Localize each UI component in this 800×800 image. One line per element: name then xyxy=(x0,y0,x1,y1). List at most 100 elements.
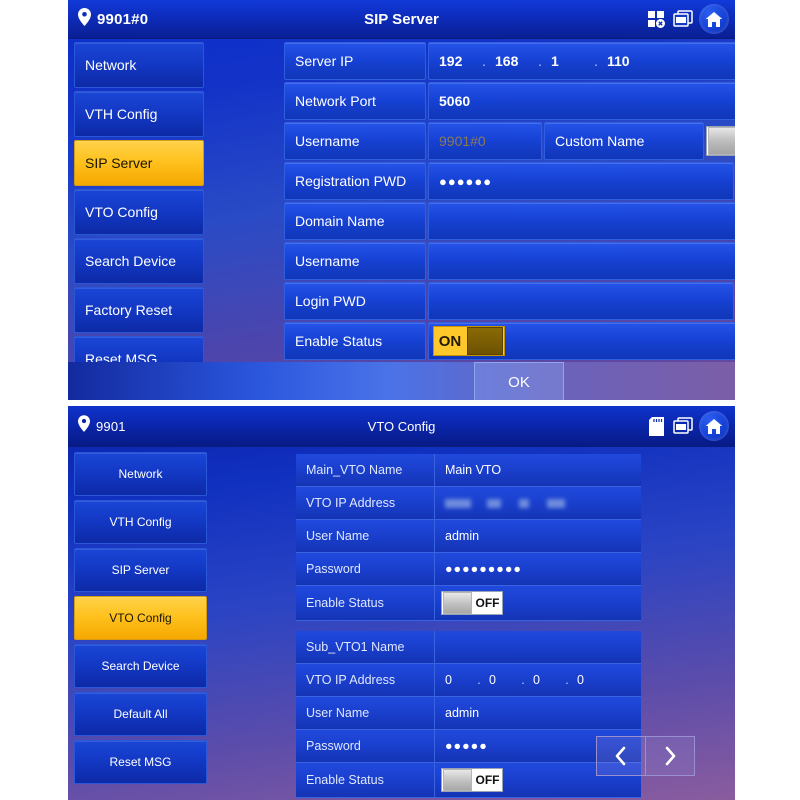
vto-page-title: VTO Config xyxy=(367,418,436,434)
row-main-vto-password: Password ●●●●●●●●● xyxy=(296,553,641,586)
sub-vto1-enable-switch[interactable]: OFF xyxy=(441,768,503,792)
block-divider xyxy=(296,621,641,631)
server-ip-input[interactable]: 192 . 168 . 1 . 110 xyxy=(428,42,735,80)
sub-vto1-ip-octet-4[interactable]: 0 xyxy=(577,673,601,687)
sub-vto1-name-label: Sub_VTO1 Name xyxy=(296,631,435,663)
ip-separator: . xyxy=(477,673,481,687)
row-username-2: Username xyxy=(284,242,735,280)
main-vto-user-input[interactable]: admin xyxy=(435,520,641,552)
sidebar-item-vto-config[interactable]: VTO Config xyxy=(74,596,207,640)
sidebar-item-label: VTO Config xyxy=(85,204,158,220)
network-port-label: Network Port xyxy=(284,82,426,120)
sidebar-item-label: Default All xyxy=(113,707,168,721)
row-domain-name: Domain Name xyxy=(284,202,735,240)
sub-vto1-ip-label: VTO IP Address xyxy=(296,664,435,696)
main-vto-password-label: Password xyxy=(296,553,435,585)
sub-vto1-ip-input[interactable]: 0 . 0 . 0 . 0 xyxy=(435,664,641,696)
row-main-vto-name: Main_VTO Name Main VTO xyxy=(296,454,641,487)
redacted-ip-value xyxy=(445,496,565,510)
sidebar-item-search-device[interactable]: Search Device xyxy=(74,644,207,688)
main-vto-name-input[interactable]: Main VTO xyxy=(435,454,641,486)
main-vto-enable-toggle-label: OFF xyxy=(475,596,500,610)
sub-vto1-ip-octet-1[interactable]: 0 xyxy=(445,673,469,687)
vto-titlebar-right xyxy=(645,406,729,446)
username2-input[interactable] xyxy=(428,242,735,280)
domain-name-label: Domain Name xyxy=(284,202,426,240)
chevron-right-icon[interactable] xyxy=(646,736,695,776)
row-login-pwd: Login PWD xyxy=(284,282,735,320)
username2-label: Username xyxy=(284,242,426,280)
toggle-knob xyxy=(443,769,472,791)
chevron-left-icon[interactable] xyxy=(596,736,646,776)
server-ip-octet-4[interactable]: 110 xyxy=(607,53,641,69)
home-icon[interactable] xyxy=(699,411,729,441)
sub-vto1-enable-label: Enable Status xyxy=(296,763,435,797)
network-port-input[interactable]: 5060 xyxy=(428,82,735,120)
username-input[interactable]: 9901#0 xyxy=(428,122,542,160)
main-vto-ip-input[interactable] xyxy=(435,487,641,519)
sub-vto1-user-input[interactable]: admin xyxy=(435,697,641,729)
row-sub-vto1-name: Sub_VTO1 Name xyxy=(296,631,641,664)
ip-separator: . xyxy=(565,673,569,687)
sidebar-item-sip-server[interactable]: SIP Server xyxy=(74,548,207,592)
server-ip-octet-1[interactable]: 192 xyxy=(439,53,473,69)
login-pwd-label: Login PWD xyxy=(284,282,426,320)
custom-name-switch[interactable]: OFF xyxy=(706,126,735,156)
ip-separator: . xyxy=(538,53,542,69)
sidebar-item-vth-config[interactable]: VTH Config xyxy=(74,500,207,544)
network-error-icon[interactable] xyxy=(645,8,667,30)
row-server-ip: Server IP 192 . 168 . 1 . 110 xyxy=(284,42,735,80)
sip-sidebar: Network VTH Config SIP Server VTO Config… xyxy=(74,42,204,385)
ok-button[interactable]: OK xyxy=(474,362,564,400)
ip-separator: . xyxy=(482,53,486,69)
enable-status-label: Enable Status xyxy=(284,322,426,360)
server-ip-octet-2[interactable]: 168 xyxy=(495,53,529,69)
sub-vto1-user-label: User Name xyxy=(296,697,435,729)
sub-vto1-name-input[interactable] xyxy=(435,631,641,663)
sd-card-icon[interactable] xyxy=(645,415,667,437)
vto-sidebar: Network VTH Config SIP Server VTO Config… xyxy=(74,452,207,788)
home-icon[interactable] xyxy=(699,4,729,34)
row-main-vto-user: User Name admin xyxy=(296,520,641,553)
sip-titlebar: 9901#0 SIP Server xyxy=(68,0,735,39)
sub-vto1-enable-toggle-label: OFF xyxy=(475,773,500,787)
ip-separator: . xyxy=(521,673,525,687)
sidebar-item-network[interactable]: Network xyxy=(74,452,207,496)
server-ip-octets: 192 . 168 . 1 . 110 xyxy=(439,53,641,69)
main-vto-ip-label: VTO IP Address xyxy=(296,487,435,519)
window-stack-icon[interactable] xyxy=(672,415,694,437)
sidebar-item-label: Reset MSG xyxy=(109,755,172,769)
row-registration-pwd: Registration PWD ●●●●●● xyxy=(284,162,735,200)
main-vto-password-input[interactable]: ●●●●●●●●● xyxy=(435,553,641,585)
sidebar-item-vto-config[interactable]: VTO Config xyxy=(74,189,204,235)
domain-name-input[interactable] xyxy=(428,202,735,240)
row-username-custom: Username 9901#0 Custom Name OFF xyxy=(284,122,735,160)
sidebar-item-label: Network xyxy=(118,467,163,481)
sidebar-item-vth-config[interactable]: VTH Config xyxy=(74,91,204,137)
pagination-nav xyxy=(596,736,695,776)
custom-name-toggle[interactable]: OFF xyxy=(706,122,735,160)
sub-vto1-ip-octet-2[interactable]: 0 xyxy=(489,673,513,687)
sidebar-item-sip-server[interactable]: SIP Server xyxy=(74,140,204,186)
server-ip-octet-3[interactable]: 1 xyxy=(551,53,585,69)
sub-vto1-ip-octet-3[interactable]: 0 xyxy=(533,673,557,687)
sidebar-item-label: Search Device xyxy=(85,253,177,269)
sidebar-item-reset-msg[interactable]: Reset MSG xyxy=(74,740,207,784)
server-ip-label: Server IP xyxy=(284,42,426,80)
sidebar-item-search-device[interactable]: Search Device xyxy=(74,238,204,284)
sidebar-item-default-all[interactable]: Default All xyxy=(74,692,207,736)
login-pwd-input[interactable] xyxy=(428,282,734,320)
sip-page-title: SIP Server xyxy=(364,10,439,28)
sip-server-panel: 9901#0 SIP Server Network VTH Config SIP… xyxy=(68,0,735,400)
main-vto-enable-switch[interactable]: OFF xyxy=(441,591,503,615)
row-sub-vto1-ip: VTO IP Address 0 . 0 . 0 . 0 xyxy=(296,664,641,697)
enable-status-switch[interactable]: ON xyxy=(433,326,505,356)
enable-status-cell: ON xyxy=(428,322,735,360)
window-stack-icon[interactable] xyxy=(672,8,694,30)
registration-pwd-input[interactable]: ●●●●●● xyxy=(428,162,734,200)
sidebar-item-network[interactable]: Network xyxy=(74,42,204,88)
custom-name-label: Custom Name xyxy=(544,122,704,160)
sidebar-item-factory-reset[interactable]: Factory Reset xyxy=(74,287,204,333)
main-vto-enable-cell: OFF xyxy=(435,586,641,620)
row-network-port: Network Port 5060 xyxy=(284,82,735,120)
